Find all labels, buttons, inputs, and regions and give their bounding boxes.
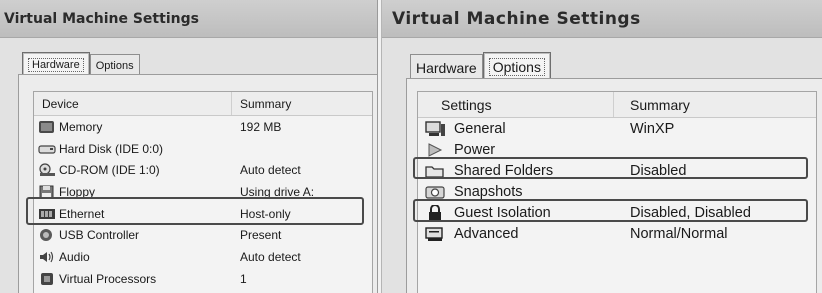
setting-summary: Disabled (630, 162, 687, 179)
general-icon (424, 120, 446, 137)
processor-icon (38, 272, 56, 286)
setting-summary: Normal/Normal (630, 225, 728, 242)
device-name: Ethernet (59, 206, 105, 221)
guest-isolation-icon (424, 204, 446, 221)
vm-settings-window-options: Virtual Machine Settings Hardware Option… (381, 0, 822, 293)
snapshots-icon (424, 184, 446, 200)
settings-row-power[interactable]: Power (418, 139, 816, 160)
device-summary: Present (240, 228, 282, 243)
setting-name: Shared Folders (454, 162, 554, 179)
settings-row-shared-folders[interactable]: Shared Folders Disabled (418, 160, 816, 181)
device-row-usb-controller[interactable]: USB Controller Present (34, 224, 372, 246)
hard-disk-icon (38, 142, 56, 156)
column-header-summary[interactable]: Summary (232, 92, 372, 115)
tab-hardware[interactable]: Hardware (410, 54, 483, 80)
options-tab-panel: Settings Summary General WinXP Power Sha… (406, 78, 822, 293)
device-row-hard-disk[interactable]: Hard Disk (IDE 0:0) (34, 138, 372, 160)
setting-summary: Disabled, Disabled (630, 204, 751, 221)
device-name: USB Controller (59, 228, 140, 243)
setting-summary: WinXP (630, 120, 675, 137)
device-name: Audio (59, 249, 90, 264)
tab-strip: Hardware Options (22, 52, 140, 76)
tab-hardware-label: Hardware (28, 57, 84, 72)
device-row-ethernet[interactable]: Ethernet Host-only (34, 203, 372, 225)
advanced-icon (424, 226, 446, 242)
column-header-settings[interactable]: Settings (418, 92, 614, 117)
ethernet-icon (38, 207, 56, 221)
setting-name: Snapshots (454, 183, 523, 200)
device-row-virtual-processors[interactable]: Virtual Processors 1 (34, 268, 372, 290)
tab-strip: Hardware Options (410, 52, 551, 80)
device-summary: Auto detect (240, 163, 301, 178)
window-title: Virtual Machine Settings (382, 0, 822, 38)
device-summary: Using drive A: (240, 184, 315, 199)
cdrom-icon (38, 163, 56, 177)
tab-hardware[interactable]: Hardware (22, 52, 90, 76)
device-summary: 1 (240, 271, 247, 286)
settings-list: Settings Summary General WinXP Power Sha… (417, 91, 817, 293)
audio-icon (38, 250, 56, 264)
memory-icon (38, 120, 56, 134)
settings-row-guest-isolation[interactable]: Guest Isolation Disabled, Disabled (418, 202, 816, 223)
settings-row-advanced[interactable]: Advanced Normal/Normal (418, 223, 816, 244)
device-name: Virtual Processors (59, 271, 157, 286)
column-header-summary[interactable]: Summary (614, 92, 816, 117)
device-row-cdrom[interactable]: CD-ROM (IDE 1:0) Auto detect (34, 159, 372, 181)
setting-name: Advanced (454, 225, 519, 242)
list-header: Settings Summary (418, 92, 816, 118)
list-header: Device Summary (34, 92, 372, 116)
shared-folders-icon (424, 163, 446, 179)
device-name: Floppy (59, 184, 96, 199)
setting-name: Power (454, 141, 496, 158)
settings-row-snapshots[interactable]: Snapshots (418, 181, 816, 202)
column-header-device[interactable]: Device (34, 92, 232, 115)
tab-options-label: Options (488, 57, 545, 76)
power-icon (424, 142, 446, 158)
device-row-audio[interactable]: Audio Auto detect (34, 246, 372, 268)
device-summary: 192 MB (240, 119, 282, 134)
vm-settings-window-hardware: Virtual Machine Settings Hardware Option… (0, 0, 378, 293)
device-row-floppy[interactable]: Floppy Using drive A: (34, 181, 372, 203)
device-name: CD-ROM (IDE 1:0) (59, 163, 160, 178)
usb-controller-icon (38, 228, 56, 242)
device-name: Hard Disk (IDE 0:0) (59, 141, 164, 156)
device-list: Device Summary Memory 192 MB Hard Disk (… (33, 91, 373, 293)
setting-name: General (454, 120, 506, 137)
setting-name: Guest Isolation (454, 204, 551, 221)
device-summary: Host-only (240, 206, 291, 221)
settings-row-general[interactable]: General WinXP (418, 118, 816, 139)
window-title: Virtual Machine Settings (0, 0, 377, 38)
hardware-tab-panel: Device Summary Memory 192 MB Hard Disk (… (18, 74, 377, 293)
device-row-memory[interactable]: Memory 192 MB (34, 116, 372, 138)
tab-options[interactable]: Options (482, 52, 551, 80)
device-name: Memory (59, 119, 103, 134)
floppy-icon (38, 185, 56, 199)
device-summary: Auto detect (240, 249, 301, 264)
tab-options[interactable]: Options (89, 54, 140, 76)
